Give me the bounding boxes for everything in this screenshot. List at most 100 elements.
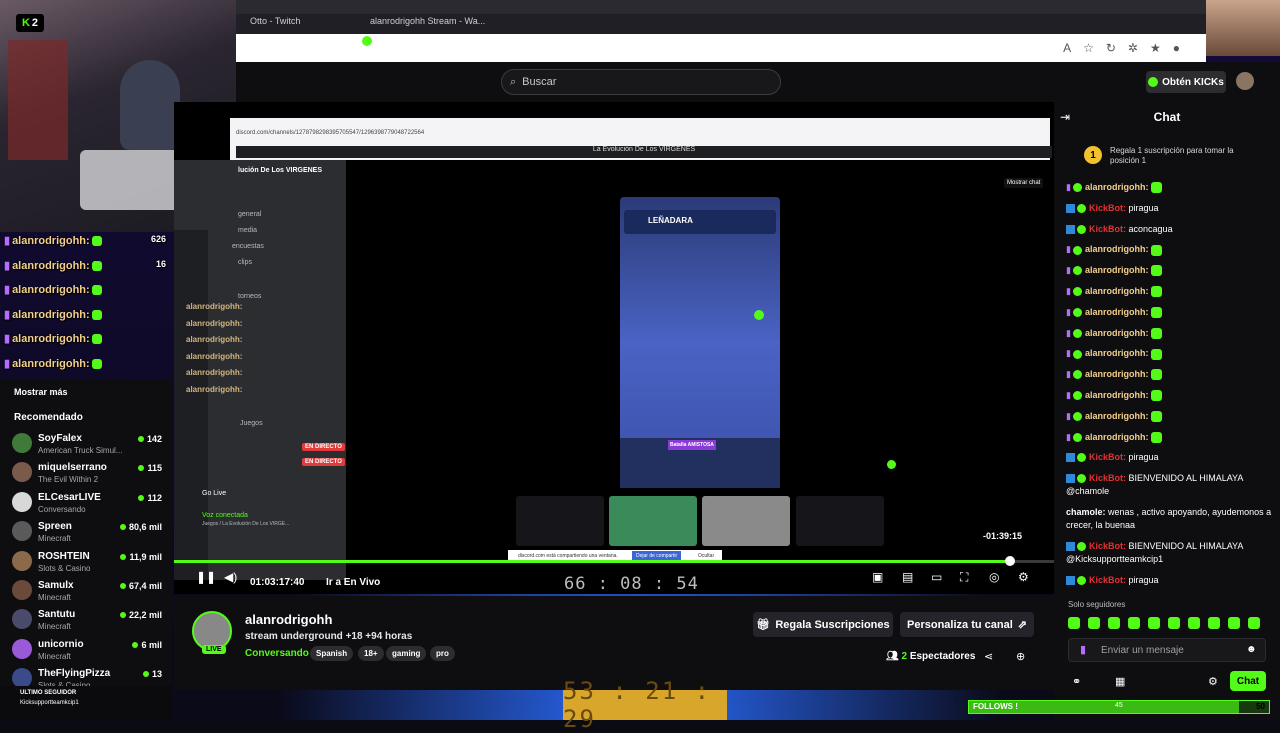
emote-icon[interactable]: [1168, 617, 1180, 629]
verified-badge-icon: [1072, 349, 1082, 359]
recommended-channel[interactable]: ROSHTEIN Slots & Casino 11,9 mil: [12, 548, 172, 577]
stream-tag[interactable]: pro: [430, 646, 455, 661]
recommended-channel[interactable]: Santutu Minecraft 22,2 mil: [12, 606, 172, 635]
chat-username[interactable]: alanrodrigohh:: [1085, 411, 1149, 421]
customize-channel-button[interactable]: Personaliza tu canal ⇗: [900, 612, 1034, 637]
recommended-channel[interactable]: miquelserrano The Evil Within 2 115: [12, 459, 172, 488]
follow-goal-bar: FOLLOWS ! 45 50: [968, 700, 1270, 714]
chat-username[interactable]: alanrodrigohh:: [1085, 390, 1149, 400]
emote-icon[interactable]: [1108, 617, 1120, 629]
chat-text: aconcagua: [1128, 223, 1173, 234]
kick-points-icon[interactable]: ⚭: [1072, 675, 1081, 688]
stream-category[interactable]: Conversando: [245, 648, 309, 659]
show-more-link[interactable]: Mostrar más: [14, 387, 68, 397]
dvr-icon[interactable]: ◎: [989, 570, 999, 584]
settings-icon[interactable]: ⚙: [1018, 570, 1029, 584]
volume-icon[interactable]: ◀): [224, 570, 237, 584]
gift-subs-button[interactable]: 🎁︎ Regala Suscripciones: [753, 612, 893, 637]
chat-username[interactable]: KickBot:: [1089, 203, 1126, 213]
chat-username[interactable]: alanrodrigohh:: [1085, 182, 1149, 192]
browser-toolbar-icons[interactable]: A☆↻✲★●: [1063, 41, 1192, 55]
emote-bar[interactable]: [1068, 616, 1268, 630]
clip-icon[interactable]: ▤: [902, 570, 913, 584]
chat-message: ▮ alanrodrigohh:: [1066, 285, 1272, 298]
follow-goal-target: 50: [1256, 702, 1265, 711]
kick-badge: K 2: [16, 14, 44, 32]
stream-tag[interactable]: gaming: [386, 646, 427, 661]
verified-badge-icon: [1072, 245, 1082, 255]
pause-icon[interactable]: ❚❚: [196, 570, 216, 584]
mic-icon: ▮: [1066, 182, 1071, 192]
send-chat-button[interactable]: Chat: [1230, 671, 1266, 691]
reader-icon[interactable]: A: [1063, 41, 1083, 55]
add-user-icon[interactable]: ⊕: [1016, 650, 1025, 663]
emote-icon[interactable]: [1148, 617, 1160, 629]
chat-username[interactable]: alanrodrigohh:: [1085, 328, 1149, 338]
avatar: [12, 521, 32, 542]
chat-message: ▮ alanrodrigohh:: [1066, 243, 1272, 256]
discord-channel: clips: [238, 259, 253, 266]
get-kicks-button[interactable]: Obtén KICKs: [1146, 71, 1226, 93]
chat-username[interactable]: alanrodrigohh:: [1085, 265, 1149, 275]
emote-icon: [1151, 265, 1163, 277]
subathon-timer: 53 : 21 : 29: [563, 677, 727, 733]
emote-icon[interactable]: [1208, 617, 1220, 629]
user-avatar[interactable]: [1236, 72, 1254, 90]
chat-message-input[interactable]: Enviar un mensaje: [1068, 638, 1266, 662]
profile-icon[interactable]: ●: [1173, 41, 1192, 55]
chat-settings-icon[interactable]: ⚙: [1208, 675, 1218, 688]
recommended-channel[interactable]: Samulx Minecraft 67,4 mil: [12, 577, 172, 606]
share-icon[interactable]: ⋖: [984, 650, 993, 663]
refresh-icon[interactable]: ↻: [1106, 41, 1128, 55]
browser-tab-twitch[interactable]: Otto - Twitch: [250, 16, 300, 26]
chat-username[interactable]: KickBot:: [1089, 473, 1126, 483]
emote-icon[interactable]: [1248, 617, 1260, 629]
emote-icon[interactable]: [1228, 617, 1240, 629]
emote-icon[interactable]: [1128, 617, 1140, 629]
chat-username[interactable]: KickBot:: [1089, 224, 1126, 234]
chat-username[interactable]: KickBot:: [1089, 541, 1126, 551]
recommended-list: SoyFalex American Truck Simul... 142 mique…: [12, 430, 172, 695]
chat-username[interactable]: alanrodrigohh:: [1085, 307, 1149, 317]
pip-icon[interactable]: ▭: [931, 570, 942, 584]
chat-username[interactable]: alanrodrigohh:: [1085, 348, 1149, 358]
chat-username[interactable]: alanrodrigohh:: [1085, 244, 1149, 254]
emote-icon[interactable]: [1088, 617, 1100, 629]
chat-username[interactable]: alanrodrigohh:: [1085, 286, 1149, 296]
discord-channel: encuestas: [232, 243, 264, 250]
fullscreen-icon[interactable]: ⛶: [960, 570, 968, 585]
recommended-channel[interactable]: unicornio Minecraft 6 mil: [12, 636, 172, 665]
browser-address-bar[interactable]: [236, 34, 1206, 62]
verified-badge-icon: [1072, 391, 1082, 401]
stream-tag[interactable]: Spanish: [310, 646, 354, 661]
emote-icon[interactable]: [1188, 617, 1200, 629]
go-to-live-button[interactable]: Ir a En Vivo: [326, 577, 380, 588]
chat-username[interactable]: chamole:: [1066, 507, 1106, 517]
chat-username[interactable]: alanrodrigohh:: [1085, 369, 1149, 379]
recommended-channel[interactable]: Spreen Minecraft 80,6 mil: [12, 518, 172, 547]
browser-tab-stream[interactable]: alanrodrigohh Stream - Wa...: [370, 16, 485, 26]
verified-badge-icon: [1072, 328, 1082, 338]
favorites-icon[interactable]: ★: [1150, 41, 1173, 55]
avatar: [12, 433, 32, 453]
calendar-icon[interactable]: ▦: [1115, 675, 1125, 688]
webcam-room-wall: [8, 40, 68, 160]
search-input[interactable]: ⌕ Buscar: [501, 69, 781, 95]
stream-tag[interactable]: 18+: [358, 646, 384, 661]
overlay-chat-line: ▮ alanrodrigohh: 16: [4, 259, 174, 284]
star-icon[interactable]: ☆: [1083, 41, 1106, 55]
bot-badge-icon: [1066, 541, 1075, 551]
theater-mode-icon[interactable]: ▣: [872, 570, 883, 584]
seek-bar-handle[interactable]: [1005, 556, 1015, 566]
chat-username[interactable]: KickBot:: [1089, 575, 1126, 585]
streamer-name[interactable]: alanrodrigohh: [245, 612, 332, 627]
viewer-label: Espectadores: [909, 651, 976, 662]
emote-icon[interactable]: [1068, 617, 1080, 629]
emote-picker-icon[interactable]: ☻: [1246, 644, 1257, 655]
chat-username[interactable]: KickBot:: [1089, 452, 1126, 462]
recommended-channel[interactable]: ELCesarLIVE Conversando 112: [12, 489, 172, 518]
extension-icon[interactable]: ✲: [1128, 41, 1150, 55]
chat-username[interactable]: alanrodrigohh:: [1085, 432, 1149, 442]
hide-share-button[interactable]: Ocultar: [698, 553, 714, 559]
recommended-channel[interactable]: SoyFalex American Truck Simul... 142: [12, 430, 172, 459]
